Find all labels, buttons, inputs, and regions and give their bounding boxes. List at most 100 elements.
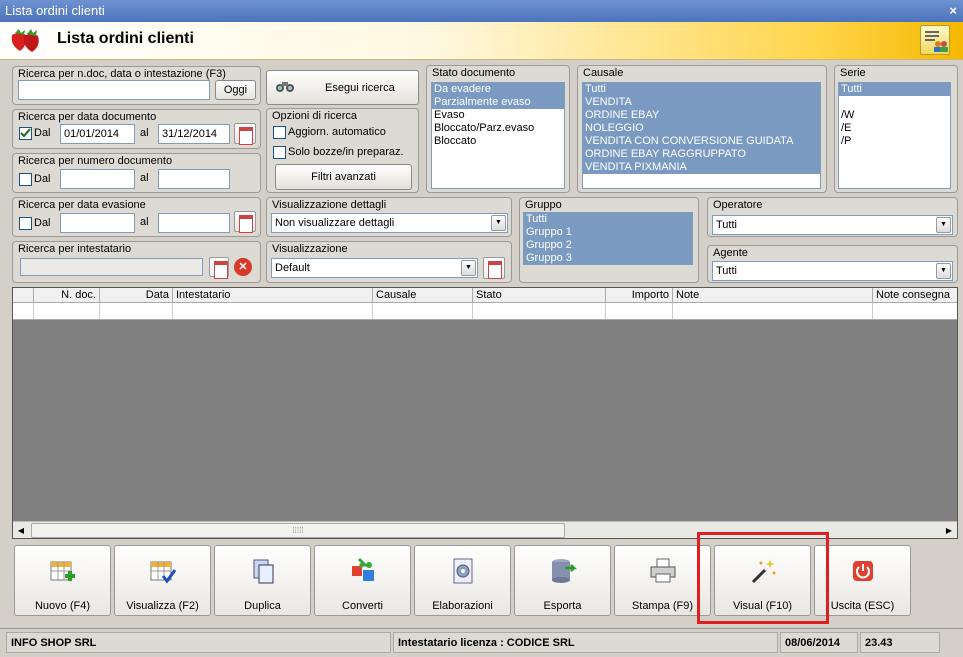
clear-icon[interactable]: ✕ — [234, 258, 252, 276]
orders-grid[interactable]: N. doc. Data Intestatario Causale Stato … — [12, 287, 958, 539]
duplicate-button[interactable]: Duplica — [214, 545, 311, 616]
column-header[interactable]: Importo — [606, 288, 673, 303]
new-button-label: Nuovo (F4) — [34, 600, 91, 612]
gruppo-list[interactable]: Tutti Gruppo 1 Gruppo 2 Gruppo 3 — [523, 212, 693, 265]
column-header[interactable]: Note — [673, 288, 873, 303]
details-caption: Visualizzazione dettagli — [272, 199, 387, 211]
strawberry-logo-icon — [11, 29, 39, 52]
advanced-filters-button[interactable]: Filtri avanzati — [275, 164, 412, 190]
drafts-only-checkbox[interactable] — [273, 146, 286, 159]
number-from-checkbox[interactable] — [19, 173, 32, 186]
gruppo-list-item[interactable]: Gruppo 3 — [524, 252, 692, 264]
table-row[interactable] — [13, 303, 957, 320]
column-header[interactable]: Intestatario — [173, 288, 373, 303]
agente-select-value: Tutti — [716, 265, 737, 277]
serie-list[interactable]: Tutti/W/E/P — [838, 82, 951, 189]
chevron-down-icon[interactable]: ▼ — [936, 263, 951, 279]
evasion-from-checkbox[interactable] — [19, 217, 32, 230]
causale-list-item[interactable]: VENDITA — [583, 96, 820, 109]
column-header[interactable]: Data — [100, 288, 173, 303]
column-header[interactable]: N. doc. — [34, 288, 100, 303]
gruppo-list-item[interactable]: Tutti — [524, 213, 692, 226]
causale-list-item[interactable]: VENDITA CON CONVERSIONE GUIDATA — [583, 135, 820, 148]
page-title: Lista ordini clienti — [57, 30, 194, 47]
company-name: INFO SHOP SRL — [6, 632, 391, 653]
search-date-caption: Ricerca per data documento — [18, 111, 157, 123]
evasion-from-input[interactable] — [60, 213, 135, 233]
convert-button-label: Converti — [342, 600, 383, 612]
chevron-down-icon[interactable]: ▼ — [461, 260, 476, 276]
status-list-item[interactable]: Da evadere — [432, 83, 564, 96]
status-group: Stato documento Da evadere Parzialmente e… — [426, 65, 570, 193]
causale-list-item[interactable]: ORDINE EBAY RAGGRUPPATO — [583, 148, 820, 161]
convert-button[interactable]: Converti — [314, 545, 411, 616]
processing-button[interactable]: Elaborazioni — [414, 545, 511, 616]
date-to-input[interactable]: 31/12/2014 — [158, 124, 230, 144]
folder-icon[interactable] — [483, 257, 505, 279]
date-from-input[interactable]: 01/01/2014 — [60, 124, 135, 144]
close-button[interactable]: × — [949, 0, 957, 22]
chevron-down-icon[interactable]: ▼ — [491, 215, 506, 231]
calendar-icon[interactable] — [234, 211, 256, 233]
search-button[interactable]: Esegui ricerca — [266, 70, 419, 105]
printer-icon — [650, 558, 676, 583]
status-list-item[interactable]: Parzialmente evaso — [432, 96, 564, 109]
serie-list-item[interactable]: Tutti — [839, 83, 950, 96]
view-button-label: Visualizza (F2) — [126, 600, 199, 612]
export-button[interactable]: Esporta — [514, 545, 611, 616]
users-report-icon[interactable] — [920, 25, 950, 55]
causale-group: Causale Tutti VENDITA ORDINE EBAY NOLEGGIO V… — [577, 65, 827, 193]
auto-update-checkbox[interactable] — [273, 126, 286, 139]
causale-list-item[interactable]: ORDINE EBAY — [583, 109, 820, 122]
holder-input[interactable] — [20, 258, 203, 276]
serie-list-item[interactable]: /P — [839, 135, 950, 148]
number-to-input[interactable] — [158, 169, 230, 189]
database-export-icon — [552, 559, 577, 583]
duplicate-button-label: Duplica — [244, 600, 281, 612]
new-button[interactable]: Nuovo (F4) — [14, 545, 111, 616]
column-header[interactable]: Note consegna — [873, 288, 957, 303]
causale-list-item[interactable]: Tutti — [583, 83, 820, 96]
gruppo-group: Gruppo Tutti Gruppo 1 Gruppo 2 Gruppo 3 — [519, 197, 699, 283]
folder-icon[interactable] — [209, 257, 229, 279]
today-button[interactable]: Oggi — [215, 80, 256, 100]
scroll-right-icon[interactable]: ▶ — [941, 523, 957, 538]
gruppo-list-item[interactable]: Gruppo 1 — [524, 226, 692, 239]
operatore-select[interactable]: Tutti ▼ — [712, 215, 953, 235]
view-button[interactable]: Visualizza (F2) — [114, 545, 211, 616]
chevron-down-icon[interactable]: ▼ — [936, 217, 951, 233]
status-list-item[interactable]: Evaso — [432, 109, 564, 122]
serie-list-item[interactable]: /W — [839, 109, 950, 122]
gruppo-list-item[interactable]: Gruppo 2 — [524, 239, 692, 252]
gruppo-caption: Gruppo — [525, 199, 562, 211]
evasion-to-label: al — [140, 216, 149, 228]
operatore-caption: Operatore — [713, 199, 763, 211]
column-header[interactable]: Stato — [473, 288, 606, 303]
serie-list-item[interactable]: /E — [839, 122, 950, 135]
status-list[interactable]: Da evadere Parzialmente evaso Evaso Bloccat… — [431, 82, 565, 189]
serie-list-item[interactable] — [839, 96, 950, 109]
causale-caption: Causale — [583, 67, 624, 79]
search-holder-caption: Ricerca per intestatario — [18, 243, 132, 255]
status-list-item[interactable]: Bloccato/Parz.evaso — [432, 122, 564, 135]
view-select[interactable]: Default ▼ — [271, 258, 478, 278]
agente-select[interactable]: Tutti ▼ — [712, 261, 953, 281]
column-header[interactable]: Causale — [373, 288, 473, 303]
evasion-to-input[interactable] — [158, 213, 230, 233]
search-evasion-caption: Ricerca per data evasione — [18, 199, 146, 211]
search-text-input[interactable] — [18, 80, 210, 100]
auto-update-label: Aggiorn. automatico — [288, 126, 386, 138]
status-list-item[interactable]: Bloccato — [432, 135, 564, 148]
calendar-icon[interactable] — [234, 123, 256, 145]
view-caption: Visualizzazione — [272, 243, 348, 255]
causale-list-item[interactable]: NOLEGGIO — [583, 122, 820, 135]
date-from-checkbox[interactable] — [19, 127, 32, 140]
scroll-left-icon[interactable]: ◀ — [13, 523, 29, 538]
scroll-thumb[interactable]: ⁞⁞⁞⁞⁞ — [31, 523, 565, 538]
causale-list-item[interactable]: VENDITA PIXMANIA — [583, 161, 820, 174]
details-select[interactable]: Non visualizzare dettagli ▼ — [271, 213, 508, 233]
number-from-input[interactable] — [60, 169, 135, 189]
agente-group: Agente Tutti ▼ — [707, 245, 958, 283]
search-holder-group: Ricerca per intestatario ✕ — [12, 241, 261, 283]
causale-list[interactable]: Tutti VENDITA ORDINE EBAY NOLEGGIO VENDITA C… — [582, 82, 821, 189]
